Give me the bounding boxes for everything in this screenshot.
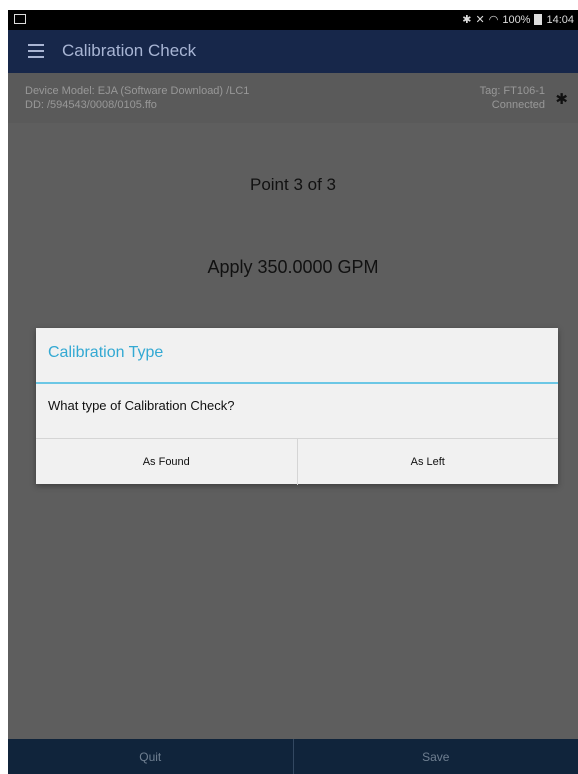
status-right-group: ✱ ✕ ◠ 100% 14:04 [462, 13, 574, 27]
device-dd: DD: /594543/0008/0105.ffo [25, 99, 157, 111]
status-bar: ✱ ✕ ◠ 100% 14:04 [8, 10, 578, 30]
hamburger-menu-icon[interactable] [28, 44, 44, 58]
as-left-button[interactable]: As Left [296, 439, 559, 485]
battery-percent: 100% [502, 13, 531, 26]
device-model: Device Model: EJA (Software Download) /L… [25, 85, 250, 97]
dialog-message: What type of Calibration Check? [48, 398, 235, 413]
dialog-divider [36, 382, 558, 384]
page-title: Calibration Check [62, 41, 197, 60]
screen-frame: ✱ ✕ ◠ 100% 14:04 Calibration Check Devic… [0, 0, 578, 774]
device-info-bar: Device Model: EJA (Software Download) /L… [8, 73, 578, 123]
apply-instruction: Apply 350.0000 GPM [207, 257, 379, 277]
point-progress: Point 3 of 3 [249, 175, 336, 194]
bluetooth-icon: ✱ [555, 91, 568, 108]
battery-icon [534, 14, 543, 25]
device-tag: Tag: FT106-1 [479, 85, 545, 97]
screen-left-edge [0, 0, 8, 774]
app-toolbar: Calibration Check [8, 30, 578, 73]
bottom-action-bar: Quit Save [8, 739, 578, 774]
bluetooth-icon: ✱ [462, 14, 472, 26]
connection-status: Connected [491, 99, 545, 111]
save-button[interactable]: Save [292, 739, 578, 774]
gallery-icon [14, 14, 26, 24]
status-time: 14:04 [546, 13, 574, 26]
dialog-actions: As Found As Left [36, 438, 558, 485]
screen-top-edge [8, 0, 578, 10]
calibration-app: ✱ ✕ ◠ 100% 14:04 Calibration Check Devic… [8, 10, 578, 774]
as-found-button[interactable]: As Found [36, 439, 297, 485]
quit-button[interactable]: Quit [8, 739, 293, 774]
wifi-icon: ◠ [488, 14, 499, 26]
calibration-type-dialog: Calibration Type What type of Calibratio… [36, 328, 558, 485]
mute-icon: ✕ [475, 14, 485, 26]
dialog-title: Calibration Type [48, 344, 164, 361]
